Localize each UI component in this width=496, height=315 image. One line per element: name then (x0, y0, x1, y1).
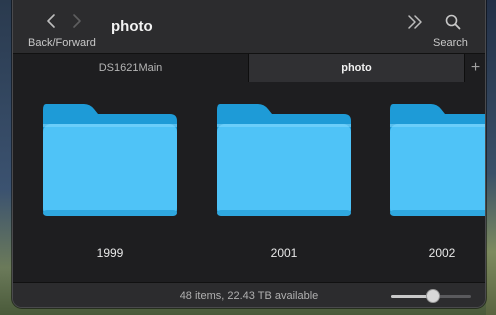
magnifier-icon (445, 14, 461, 30)
toolbar-overflow-button[interactable] (405, 13, 425, 31)
window-title: photo (111, 18, 153, 35)
icon-size-slider[interactable] (391, 289, 471, 303)
back-button[interactable] (43, 10, 61, 32)
folder-item-2002[interactable]: 2002 (387, 100, 485, 270)
folder-item-1999[interactable]: 1999 (40, 100, 180, 270)
folder-label: 2002 (428, 246, 456, 260)
new-tab-button[interactable]: + (464, 54, 485, 82)
search-label: Search (433, 37, 468, 49)
tab-bar: DS1621Main photo + (13, 53, 485, 83)
folder-icon (43, 104, 177, 216)
search-button[interactable] (443, 12, 463, 32)
finder-window: Back/Forward photo Search DS1621Main pho… (12, 0, 486, 308)
folder-icon (217, 104, 351, 216)
folder-icon (390, 104, 485, 216)
desktop-background (486, 0, 496, 315)
toolbar: Back/Forward photo Search (13, 0, 485, 53)
tab-ds1621main[interactable]: DS1621Main (13, 54, 249, 82)
folder-grid: 1999 2001 2002 (13, 82, 485, 282)
folder-item-2001[interactable]: 2001 (214, 100, 354, 270)
folder-label: 1999 (96, 246, 124, 260)
chevron-right-icon (73, 14, 81, 28)
folder-label: 2001 (270, 246, 298, 260)
nav-arrows (43, 10, 91, 32)
double-chevron-right-icon (408, 15, 422, 29)
back-forward-label: Back/Forward (28, 37, 96, 49)
chevron-left-icon (47, 14, 55, 28)
status-bar: 48 items, 22.43 TB available (13, 282, 485, 307)
slider-knob[interactable] (426, 289, 440, 303)
tab-photo[interactable]: photo (249, 54, 464, 82)
forward-button[interactable] (67, 10, 85, 32)
